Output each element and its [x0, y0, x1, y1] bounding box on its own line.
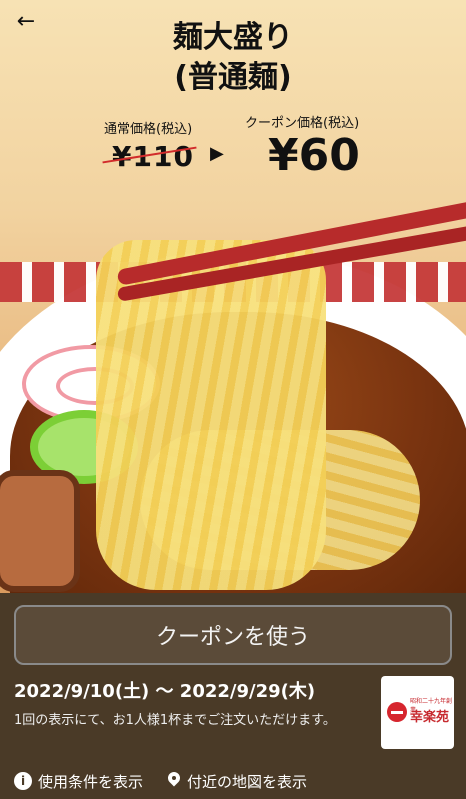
title-line-1: 麺大盛り [173, 20, 293, 55]
coupon-price: ¥60 [268, 130, 360, 181]
coupon-hero: ← 麺大盛り (普通麺) 通常価格(税込) ¥110 ▶ クーポン価格(税込) … [0, 0, 466, 593]
regular-price-label: 通常価格(税込) [104, 122, 193, 137]
coupon-screen: ← 麺大盛り (普通麺) 通常価格(税込) ¥110 ▶ クーポン価格(税込) … [0, 0, 466, 799]
use-coupon-button[interactable]: クーポンを使う [14, 605, 452, 665]
map-link-label: 付近の地図を表示 [187, 772, 308, 791]
coupon-price-label: クーポン価格(税込) [245, 116, 360, 131]
logo-brand-text: 幸楽苑 [410, 710, 450, 725]
valid-dates: 2022/9/10(土) 〜 2022/9/29(木) [14, 681, 316, 702]
chashu-pork [0, 470, 80, 592]
map-link[interactable]: 付近の地図を表示 [167, 771, 307, 792]
brand-mark-icon [387, 702, 407, 722]
map-pin-icon [167, 772, 181, 790]
coupon-panel: クーポンを使う 2022/9/10(土) 〜 2022/9/29(木) 1回の表… [0, 593, 466, 799]
price-row: 通常価格(税込) ¥110 ▶ クーポン価格(税込) ¥60 [0, 110, 466, 190]
coupon-title: 麺大盛り (普通麺) [0, 18, 466, 98]
usage-note: 1回の表示にて、お1人様1杯までご注文いただけます。 [14, 713, 336, 728]
brand-logo: 昭和二十九年創業 幸楽苑 [381, 676, 454, 749]
regular-price: ¥110 [112, 140, 194, 173]
terms-link-label: 使用条件を表示 [38, 772, 144, 791]
terms-link[interactable]: i 使用条件を表示 [14, 771, 143, 792]
info-icon: i [14, 772, 32, 790]
title-line-2: (普通麺) [174, 60, 292, 95]
triangle-right-icon: ▶ [210, 143, 224, 164]
footer-links: i 使用条件を表示 付近の地図を表示 [14, 769, 307, 793]
